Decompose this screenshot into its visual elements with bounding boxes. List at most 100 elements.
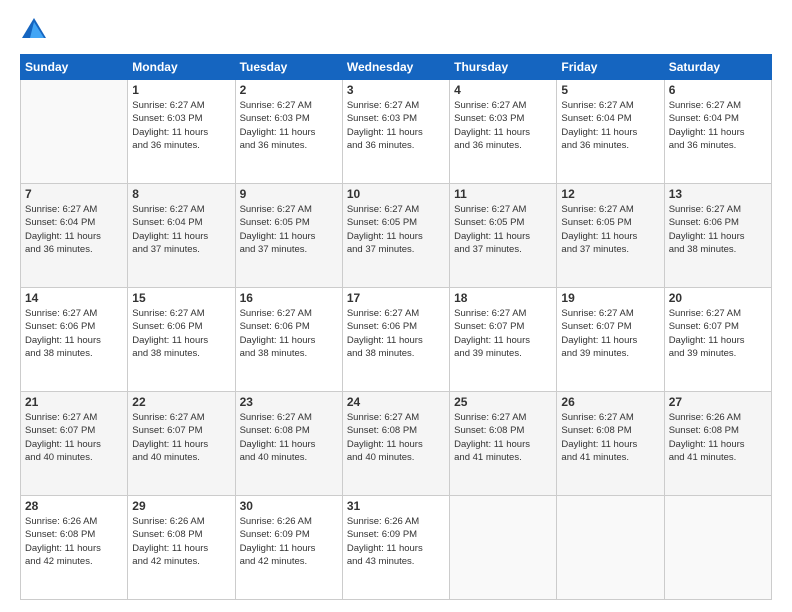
table-row: 8 Sunrise: 6:27 AMSunset: 6:04 PMDaylight… (128, 184, 235, 288)
day-info: Sunrise: 6:27 AMSunset: 6:05 PMDaylight:… (454, 203, 552, 256)
day-number: 20 (669, 291, 767, 305)
col-wednesday: Wednesday (342, 55, 449, 80)
table-row: 10 Sunrise: 6:27 AMSunset: 6:05 PMDayligh… (342, 184, 449, 288)
table-row: 15Sunrise: 6:27 AMSunset: 6:06 PMDayligh… (128, 288, 235, 392)
calendar-header-row: Sunday Monday Tuesday Wednesday Thursday… (21, 55, 772, 80)
day-info: Sunrise: 6:27 AMSunset: 6:03 PMDaylight:… (454, 99, 552, 152)
day-number: 17 (347, 291, 445, 305)
day-number: 2 (240, 83, 338, 97)
table-row: 29 Sunrise: 6:26 AMSunset: 6:08 PMDayligh… (128, 496, 235, 600)
day-number: 11 (454, 187, 552, 201)
day-info: Sunrise: 6:26 AMSunset: 6:09 PMDaylight:… (240, 515, 338, 568)
day-info: Sunrise: 6:27 AMSunset: 6:08 PMDaylight:… (561, 411, 659, 464)
table-row: 9Sunrise: 6:27 AMSunset: 6:05 PMDaylight… (235, 184, 342, 288)
table-row: 30Sunrise: 6:26 AMSunset: 6:09 PMDayligh… (235, 496, 342, 600)
table-row: 27Sunrise: 6:26 AMSunset: 6:08 PMDayligh… (664, 392, 771, 496)
day-info: Sunrise: 6:27 AMSunset: 6:04 PMDaylight:… (669, 99, 767, 152)
day-info: Sunrise: 6:27 AMSunset: 6:07 PMDaylight:… (132, 411, 230, 464)
day-number: 8 (132, 187, 230, 201)
day-info: Sunrise: 6:27 AMSunset: 6:07 PMDaylight:… (454, 307, 552, 360)
day-number: 19 (561, 291, 659, 305)
day-number: 1 (132, 83, 230, 97)
day-number: 10 (347, 187, 445, 201)
table-row: 24 Sunrise: 6:27 AMSunset: 6:08 PMDayligh… (342, 392, 449, 496)
table-row: 16Sunrise: 6:27 AMSunset: 6:06 PMDayligh… (235, 288, 342, 392)
day-info: Sunrise: 6:27 AMSunset: 6:08 PMDaylight:… (240, 411, 338, 464)
col-tuesday: Tuesday (235, 55, 342, 80)
day-info: Sunrise: 6:27 AMSunset: 6:08 PMDaylight:… (454, 411, 552, 464)
day-number: 3 (347, 83, 445, 97)
table-row: 1 Sunrise: 6:27 AMSunset: 6:03 PMDaylight… (128, 80, 235, 184)
day-number: 22 (132, 395, 230, 409)
table-row: 14 Sunrise: 6:27 AMSunset: 6:06 PMDayligh… (21, 288, 128, 392)
day-number: 6 (669, 83, 767, 97)
day-number: 31 (347, 499, 445, 513)
day-number: 14 (25, 291, 123, 305)
day-number: 21 (25, 395, 123, 409)
day-number: 25 (454, 395, 552, 409)
table-row: 2 Sunrise: 6:27 AMSunset: 6:03 PMDaylight… (235, 80, 342, 184)
table-row: 25 Sunrise: 6:27 AMSunset: 6:08 PMDayligh… (450, 392, 557, 496)
day-info: Sunrise: 6:27 AMSunset: 6:07 PMDaylight:… (25, 411, 123, 464)
table-row (450, 496, 557, 600)
day-number: 4 (454, 83, 552, 97)
page: Sunday Monday Tuesday Wednesday Thursday… (0, 0, 792, 612)
table-row: 6 Sunrise: 6:27 AMSunset: 6:04 PMDaylight… (664, 80, 771, 184)
calendar-week-row: 1 Sunrise: 6:27 AMSunset: 6:03 PMDaylight… (21, 80, 772, 184)
day-number: 28 (25, 499, 123, 513)
day-info: Sunrise: 6:27 AMSunset: 6:06 PMDaylight:… (25, 307, 123, 360)
table-row: 26 Sunrise: 6:27 AMSunset: 6:08 PMDayligh… (557, 392, 664, 496)
day-number: 18 (454, 291, 552, 305)
table-row: 21 Sunrise: 6:27 AMSunset: 6:07 PMDayligh… (21, 392, 128, 496)
day-info: Sunrise: 6:26 AMSunset: 6:08 PMDaylight:… (132, 515, 230, 568)
day-info: Sunrise: 6:27 AMSunset: 6:04 PMDaylight:… (561, 99, 659, 152)
calendar-week-row: 14 Sunrise: 6:27 AMSunset: 6:06 PMDayligh… (21, 288, 772, 392)
table-row: 11 Sunrise: 6:27 AMSunset: 6:05 PMDayligh… (450, 184, 557, 288)
logo (20, 16, 52, 44)
day-number: 23 (240, 395, 338, 409)
table-row: 7 Sunrise: 6:27 AMSunset: 6:04 PMDaylight… (21, 184, 128, 288)
day-info: Sunrise: 6:27 AMSunset: 6:03 PMDaylight:… (347, 99, 445, 152)
calendar-week-row: 7 Sunrise: 6:27 AMSunset: 6:04 PMDaylight… (21, 184, 772, 288)
day-number: 5 (561, 83, 659, 97)
day-info: Sunrise: 6:27 AMSunset: 6:08 PMDaylight:… (347, 411, 445, 464)
calendar-week-row: 21 Sunrise: 6:27 AMSunset: 6:07 PMDayligh… (21, 392, 772, 496)
col-saturday: Saturday (664, 55, 771, 80)
table-row: 18 Sunrise: 6:27 AMSunset: 6:07 PMDayligh… (450, 288, 557, 392)
table-row: 13Sunrise: 6:27 AMSunset: 6:06 PMDayligh… (664, 184, 771, 288)
table-row (664, 496, 771, 600)
day-info: Sunrise: 6:27 AMSunset: 6:07 PMDaylight:… (561, 307, 659, 360)
col-friday: Friday (557, 55, 664, 80)
table-row (557, 496, 664, 600)
col-thursday: Thursday (450, 55, 557, 80)
table-row: 4 Sunrise: 6:27 AMSunset: 6:03 PMDaylight… (450, 80, 557, 184)
day-info: Sunrise: 6:26 AMSunset: 6:08 PMDaylight:… (669, 411, 767, 464)
day-number: 16 (240, 291, 338, 305)
day-number: 7 (25, 187, 123, 201)
table-row: 20 Sunrise: 6:27 AMSunset: 6:07 PMDayligh… (664, 288, 771, 392)
day-number: 24 (347, 395, 445, 409)
table-row: 19 Sunrise: 6:27 AMSunset: 6:07 PMDayligh… (557, 288, 664, 392)
day-info: Sunrise: 6:27 AMSunset: 6:06 PMDaylight:… (669, 203, 767, 256)
table-row: 12Sunrise: 6:27 AMSunset: 6:05 PMDayligh… (557, 184, 664, 288)
table-row: 23 Sunrise: 6:27 AMSunset: 6:08 PMDayligh… (235, 392, 342, 496)
day-info: Sunrise: 6:27 AMSunset: 6:06 PMDaylight:… (347, 307, 445, 360)
day-info: Sunrise: 6:27 AMSunset: 6:05 PMDaylight:… (347, 203, 445, 256)
day-info: Sunrise: 6:27 AMSunset: 6:04 PMDaylight:… (25, 203, 123, 256)
day-info: Sunrise: 6:27 AMSunset: 6:07 PMDaylight:… (669, 307, 767, 360)
table-row: 28Sunrise: 6:26 AMSunset: 6:08 PMDayligh… (21, 496, 128, 600)
calendar-table: Sunday Monday Tuesday Wednesday Thursday… (20, 54, 772, 600)
day-info: Sunrise: 6:27 AMSunset: 6:04 PMDaylight:… (132, 203, 230, 256)
table-row: 17 Sunrise: 6:27 AMSunset: 6:06 PMDayligh… (342, 288, 449, 392)
day-number: 29 (132, 499, 230, 513)
header (20, 16, 772, 44)
col-monday: Monday (128, 55, 235, 80)
day-number: 12 (561, 187, 659, 201)
day-number: 26 (561, 395, 659, 409)
day-info: Sunrise: 6:27 AMSunset: 6:03 PMDaylight:… (132, 99, 230, 152)
day-info: Sunrise: 6:26 AMSunset: 6:09 PMDaylight:… (347, 515, 445, 568)
day-info: Sunrise: 6:27 AMSunset: 6:03 PMDaylight:… (240, 99, 338, 152)
table-row: 3 Sunrise: 6:27 AMSunset: 6:03 PMDaylight… (342, 80, 449, 184)
table-row: 5 Sunrise: 6:27 AMSunset: 6:04 PMDaylight… (557, 80, 664, 184)
col-sunday: Sunday (21, 55, 128, 80)
